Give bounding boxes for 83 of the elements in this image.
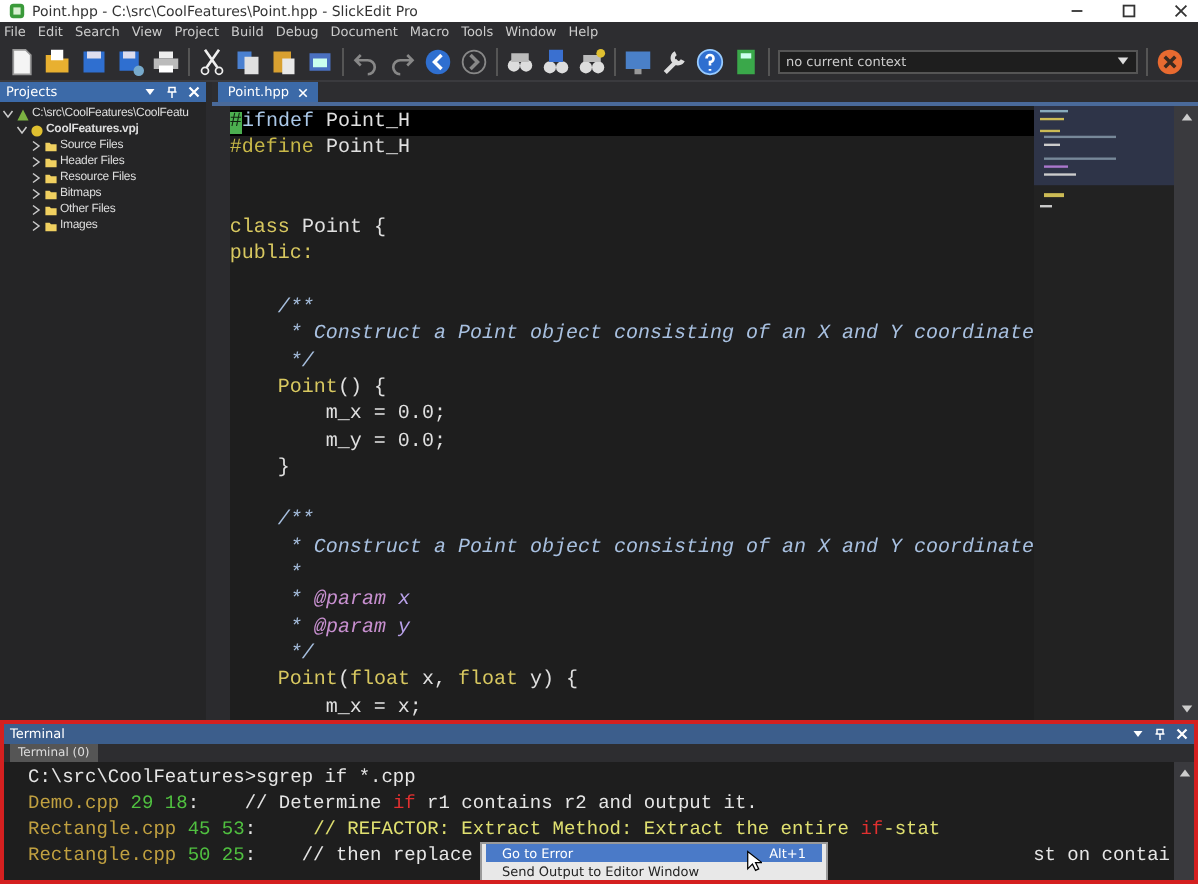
code-token: m_x = 0.0; bbox=[323, 404, 446, 427]
code-token: * Construct a Point object consisting of an X and Y coordinate bbox=[287, 537, 1034, 560]
code-token: /** bbox=[275, 298, 314, 321]
code-token: Point bbox=[275, 377, 338, 400]
pin-icon[interactable] bbox=[165, 86, 178, 98]
scrollbar[interactable] bbox=[1174, 106, 1198, 720]
new-file-icon[interactable] bbox=[8, 47, 36, 75]
terminal-text: : bbox=[244, 818, 259, 840]
mouse-pointer-icon bbox=[746, 850, 762, 872]
maximize-icon[interactable] bbox=[1120, 2, 1138, 20]
code-token: Point { bbox=[299, 218, 386, 241]
code-token: ifndef bbox=[241, 112, 314, 134]
terminal-text: -stat bbox=[883, 818, 941, 840]
code-token: */ bbox=[287, 351, 314, 374]
stop-icon[interactable] bbox=[1156, 47, 1184, 75]
code-token: * bbox=[287, 564, 302, 587]
dropdown-arrow-icon[interactable] bbox=[1132, 728, 1144, 740]
scissors-icon[interactable] bbox=[198, 47, 226, 75]
terminal-text: 50 25 bbox=[185, 844, 245, 866]
scroll-up-icon[interactable] bbox=[1179, 110, 1193, 124]
workspace-icon bbox=[16, 107, 30, 121]
code-token: * bbox=[287, 590, 304, 613]
code-token: m_x = x; bbox=[323, 697, 422, 720]
code-token: x, bbox=[419, 670, 448, 693]
terminal-text: 29 18 bbox=[128, 792, 188, 814]
terminal-text: Demo.cpp bbox=[28, 792, 120, 814]
code-token: * Construct a Point object consisting of an X and Y coordinate bbox=[287, 324, 1034, 347]
binoculars-icon[interactable] bbox=[506, 47, 534, 75]
terminal-text: Rectangle.cpp bbox=[28, 844, 177, 866]
terminal-text: Rectangle.cpp bbox=[28, 818, 177, 840]
code-token: () { bbox=[337, 377, 386, 400]
save-icon[interactable] bbox=[80, 47, 108, 75]
code-token: Point bbox=[275, 670, 338, 693]
terminal-text: : // Determine bbox=[187, 792, 384, 814]
code-token: @param bbox=[313, 590, 386, 613]
terminal-text: if bbox=[392, 792, 416, 814]
wrench-icon[interactable] bbox=[660, 47, 688, 75]
terminal-text: if bbox=[860, 818, 884, 840]
code-token: y bbox=[395, 617, 410, 640]
forward-icon[interactable] bbox=[460, 47, 488, 75]
binoculars-icon[interactable] bbox=[578, 47, 606, 75]
back-icon[interactable] bbox=[424, 47, 452, 75]
scroll-down-icon[interactable] bbox=[1179, 702, 1193, 716]
dropdown-arrow-icon[interactable] bbox=[1116, 54, 1130, 68]
window-icon[interactable] bbox=[306, 47, 334, 75]
code-token: y) { bbox=[528, 670, 579, 693]
code-token: float bbox=[457, 670, 518, 693]
code-token: x bbox=[395, 590, 410, 613]
code-token: * bbox=[287, 617, 304, 640]
scroll-up-icon[interactable] bbox=[1177, 766, 1191, 780]
app-icon bbox=[8, 2, 26, 20]
clipboard-icon[interactable] bbox=[270, 47, 298, 75]
code-token: public: bbox=[229, 244, 314, 267]
code-token: */ bbox=[287, 643, 314, 666]
copy-icon[interactable] bbox=[234, 47, 262, 75]
project-icon bbox=[30, 123, 44, 137]
dropdown-arrow-icon[interactable] bbox=[143, 86, 156, 98]
help-icon[interactable] bbox=[696, 47, 724, 75]
binoculars-icon[interactable] bbox=[542, 47, 570, 75]
terminal-text: 45 53 bbox=[185, 818, 245, 840]
calculator-icon[interactable] bbox=[732, 47, 760, 75]
code-token: @param bbox=[313, 617, 386, 640]
code-token: class bbox=[229, 218, 290, 241]
pin-icon[interactable] bbox=[1154, 728, 1166, 740]
terminal-text: // REFACTOR: Extract Method: Extract the entire bbox=[313, 818, 852, 840]
close-icon[interactable] bbox=[1172, 2, 1190, 20]
code-token: Point_H bbox=[323, 112, 410, 134]
code-token: /** bbox=[275, 510, 314, 533]
monitor-icon[interactable] bbox=[624, 47, 652, 75]
printer-icon[interactable] bbox=[152, 47, 180, 75]
code-token: m_y = 0.0; bbox=[323, 431, 446, 454]
code-token: #define bbox=[229, 138, 314, 161]
code-token: float bbox=[349, 670, 410, 693]
terminal-text: r1 contains r2 and output it. bbox=[425, 792, 758, 814]
terminal-text: : // then replace bbox=[244, 844, 473, 866]
terminal-text: st on contai bbox=[1033, 842, 1170, 868]
save-all-icon[interactable] bbox=[116, 47, 144, 75]
open-folder-icon[interactable] bbox=[44, 47, 72, 75]
code-token: ( bbox=[337, 670, 350, 693]
terminal-text: C:\src\CoolFeatures>sgrep if *.cpp bbox=[28, 766, 416, 788]
code-token: Point_H bbox=[323, 138, 410, 161]
code-token: } bbox=[275, 457, 290, 480]
scrollbar[interactable] bbox=[1174, 762, 1194, 880]
